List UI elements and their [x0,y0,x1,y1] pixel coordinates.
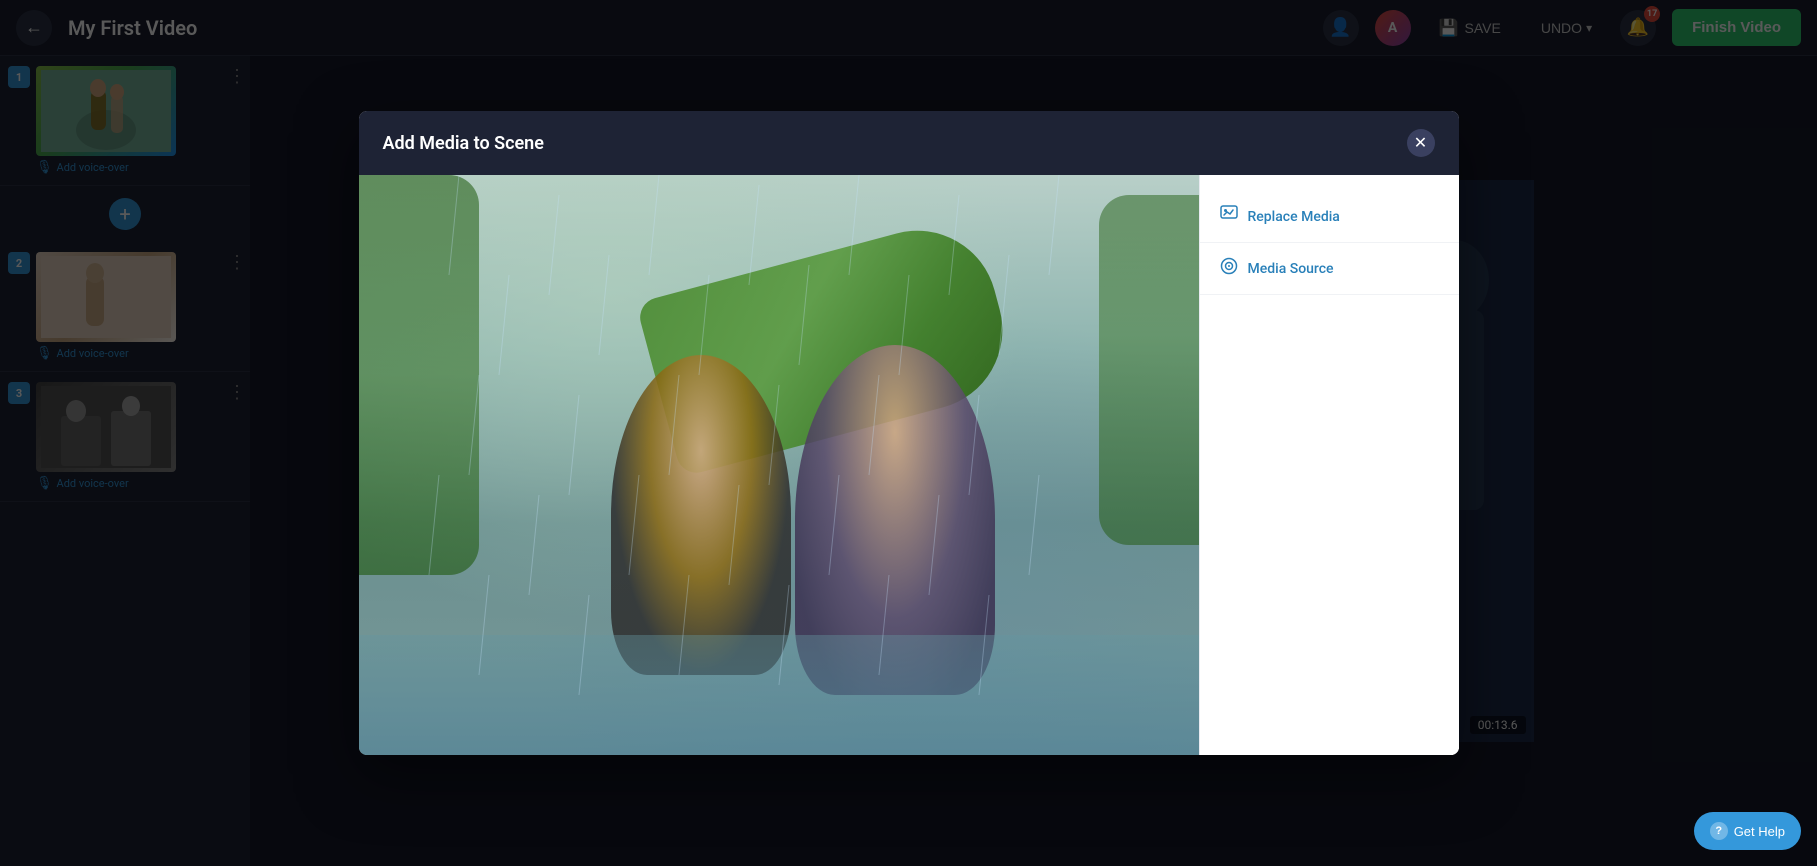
water-scene [359,635,1199,755]
replace-media-option[interactable]: Replace Media [1200,191,1459,243]
media-image: .rain-line { stroke: rgba(200,230,255,0.… [359,175,1199,755]
person-left [611,355,791,675]
modal-title: Add Media to Scene [383,133,544,154]
foliage-right [1099,195,1199,545]
modal-media-preview: .rain-line { stroke: rgba(200,230,255,0.… [359,175,1199,755]
get-help-label: Get Help [1734,824,1785,839]
help-icon: ? [1710,822,1728,840]
get-help-button[interactable]: ? Get Help [1694,812,1801,850]
modal-sidebar: Replace Media Media Source [1199,175,1459,755]
replace-media-label: Replace Media [1248,209,1340,225]
media-source-label: Media Source [1248,261,1334,277]
modal-close-button[interactable]: ✕ [1407,129,1435,157]
modal-header: Add Media to Scene ✕ [359,111,1459,175]
foliage-left [359,175,479,575]
media-source-option[interactable]: Media Source [1200,243,1459,295]
modal-body: .rain-line { stroke: rgba(200,230,255,0.… [359,175,1459,755]
replace-media-icon [1220,205,1238,228]
close-icon: ✕ [1414,133,1427,153]
add-media-modal: Add Media to Scene ✕ [359,111,1459,755]
media-source-icon [1220,257,1238,280]
modal-backdrop[interactable]: Add Media to Scene ✕ [0,0,1817,866]
